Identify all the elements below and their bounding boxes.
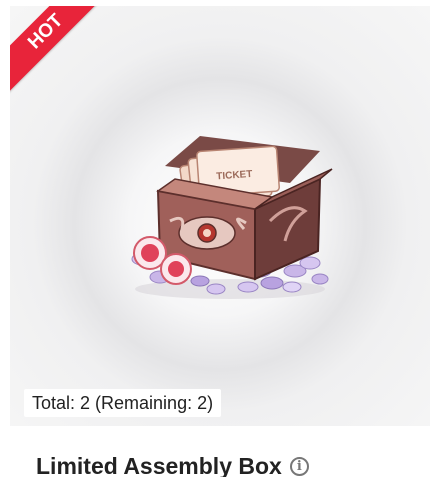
treasure-chest-image: TICKET [131, 136, 333, 299]
info-icon[interactable]: i [289, 457, 309, 476]
title-row: Limited Assembly Box i [36, 453, 309, 477]
product-info-panel: Limited Assembly Box i [10, 426, 430, 477]
hot-badge: HOT [10, 6, 114, 100]
total-remaining-label: Total: 2 (Remaining: 2) [24, 389, 222, 417]
product-card[interactable]: HOT TICKET Total: 2 (Remaining: 2) Limit… [10, 6, 430, 477]
product-title: Limited Assembly Box [36, 453, 282, 477]
product-image-area[interactable]: HOT TICKET Total: 2 (Remaining: 2) [10, 6, 430, 426]
